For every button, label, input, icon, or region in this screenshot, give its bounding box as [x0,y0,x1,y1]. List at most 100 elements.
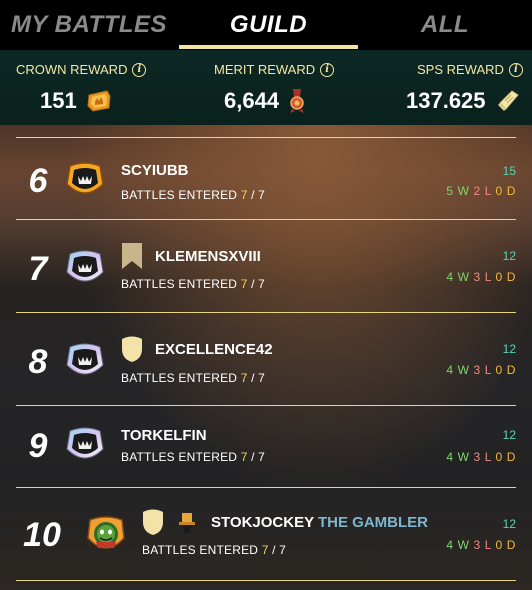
league-badge-icon [66,427,104,459]
battles-entered-count: 7 [240,371,248,385]
player-points: 15 [502,164,516,178]
losses: 3 L [473,270,492,284]
player-name-text: TORKELFIN [121,427,207,444]
battles-entered: BATTLES ENTERED 7 / 7 [142,543,287,557]
crown-reward-label-row: CROWN REWARD i [16,62,147,77]
draws: 0 D [495,538,516,552]
rank-number: 8 [28,343,48,381]
losses: 3 L [473,538,492,552]
player-points: 12 [502,342,516,356]
crown-reward: CROWN REWARD i 151 [16,50,186,125]
rank-number: 10 [23,516,61,554]
crown-reward-value-row: 151 [40,88,111,114]
wins: 4 W [446,450,470,464]
player-points: 12 [502,249,516,263]
battles-entered-total: 7 [258,371,266,385]
draws: 0 D [495,270,516,284]
wins: 4 W [446,270,470,284]
losses: 3 L [473,363,492,377]
wins: 4 W [446,538,470,552]
battles-entered-label: BATTLES ENTERED [121,371,238,385]
leaderboard-row[interactable]: 8 EXCELLENCE42 BATTLES ENTERED 7 / 7 12 … [16,312,516,405]
battles-entered-total: 7 [279,543,287,557]
info-icon[interactable]: i [132,62,147,77]
draws: 0 D [495,184,516,198]
merit-medal-icon [290,89,305,113]
battles-entered-label: BATTLES ENTERED [121,277,238,291]
crown-token-icon [87,90,111,112]
player-name[interactable]: STOKJOCKEY THE GAMBLER [211,514,428,531]
player-name-text: EXCELLENCE42 [155,341,273,358]
league-badge-icon [66,343,104,375]
battles-entered-total: 7 [258,450,266,464]
battles-entered-total: 7 [258,188,266,202]
sps-reward-value: 137.625 [406,88,486,113]
battles-entered-label: BATTLES ENTERED [142,543,259,557]
battle-tabs: MY BATTLES GUILD ALL [0,0,532,50]
battles-entered: BATTLES ENTERED 7 / 7 [121,371,266,385]
tab-guild[interactable]: GUILD [179,0,358,50]
battles-entered-count: 7 [261,543,269,557]
win-loss-draw: 4 W 3 L 0 D [446,270,516,284]
merit-reward-label-row: MERIT REWARD i [214,62,335,77]
player-name-text: STOKJOCKEY [211,514,314,531]
sps-reward-value-row: 137.625 [406,88,520,114]
win-loss-draw: 4 W 3 L 0 D [446,450,516,464]
info-icon[interactable]: i [320,62,335,77]
merit-reward: MERIT REWARD i 6,644 [214,50,335,125]
player-points: 12 [502,517,516,531]
leaderboard-row[interactable]: 10 STOKJOCKEY THE GAMBLER BATTLES ENTERE… [16,487,516,580]
league-badge-icon [66,250,104,282]
merit-reward-value: 6,644 [224,88,280,113]
battles-entered-count: 7 [240,188,248,202]
player-name[interactable]: KLEMENSXVIII [155,248,261,265]
leaderboard-row[interactable]: 9 TORKELFIN BATTLES ENTERED 7 / 7 12 4 W… [16,405,516,487]
battles-entered-label: BATTLES ENTERED [121,188,238,202]
battles-entered-label: BATTLES ENTERED [121,450,238,464]
rank-number: 7 [28,250,48,288]
wins: 4 W [446,363,470,377]
league-badge-icon [66,162,104,194]
battles-entered-count: 7 [240,277,248,291]
guild-shield-icon [143,509,163,535]
win-loss-draw: 4 W 3 L 0 D [446,538,516,552]
win-loss-draw: 4 W 3 L 0 D [446,363,516,377]
win-loss-draw: 5 W 2 L 0 D [446,184,516,198]
info-icon[interactable]: i [508,62,523,77]
rank-number: 6 [28,162,48,200]
sps-reward: SPS REWARD i 137.625 [400,50,530,125]
list-divider [16,580,516,590]
sps-reward-label: SPS REWARD [417,62,504,77]
merit-reward-label: MERIT REWARD [214,62,316,77]
rank-number: 9 [28,427,48,465]
crown-reward-value: 151 [40,88,77,113]
sps-reward-label-row: SPS REWARD i [417,62,523,77]
merit-reward-value-row: 6,644 [224,88,305,114]
player-name[interactable]: SCYIUBB [121,162,189,179]
battles-entered: BATTLES ENTERED 7 / 7 [121,188,266,202]
leaderboard-list: 6 SCYIUBB BATTLES ENTERED 7 / 7 15 5 W 2… [0,125,532,590]
banner-flag-icon [122,243,142,269]
tab-all[interactable]: ALL [358,0,532,50]
player-title: THE GAMBLER [317,514,428,531]
player-name-text: KLEMENSXVIII [155,248,261,265]
battles-entered-total: 7 [258,277,266,291]
leaderboard-row[interactable]: 7 KLEMENSXVIII BATTLES ENTERED 7 / 7 12 … [16,219,516,312]
reward-bar: CROWN REWARD i 151 MERIT REWARD i 6,644 [0,50,532,125]
guild-shield-icon [122,336,142,362]
draws: 0 D [495,450,516,464]
draws: 0 D [495,363,516,377]
player-name[interactable]: TORKELFIN [121,427,207,444]
sps-scroll-icon [497,90,519,111]
battles-entered: BATTLES ENTERED 7 / 7 [121,450,266,464]
gambler-hat-icon [179,513,195,533]
wins: 5 W [446,184,470,198]
leaderboard-row[interactable]: 6 SCYIUBB BATTLES ENTERED 7 / 7 15 5 W 2… [16,137,516,219]
losses: 2 L [473,184,492,198]
player-name[interactable]: EXCELLENCE42 [155,341,273,358]
player-name-text: SCYIUBB [121,162,189,179]
active-tab-indicator [179,45,358,49]
goblin-avatar-icon [87,516,125,549]
tab-my-battles[interactable]: MY BATTLES [0,0,178,50]
battles-entered: BATTLES ENTERED 7 / 7 [121,277,266,291]
